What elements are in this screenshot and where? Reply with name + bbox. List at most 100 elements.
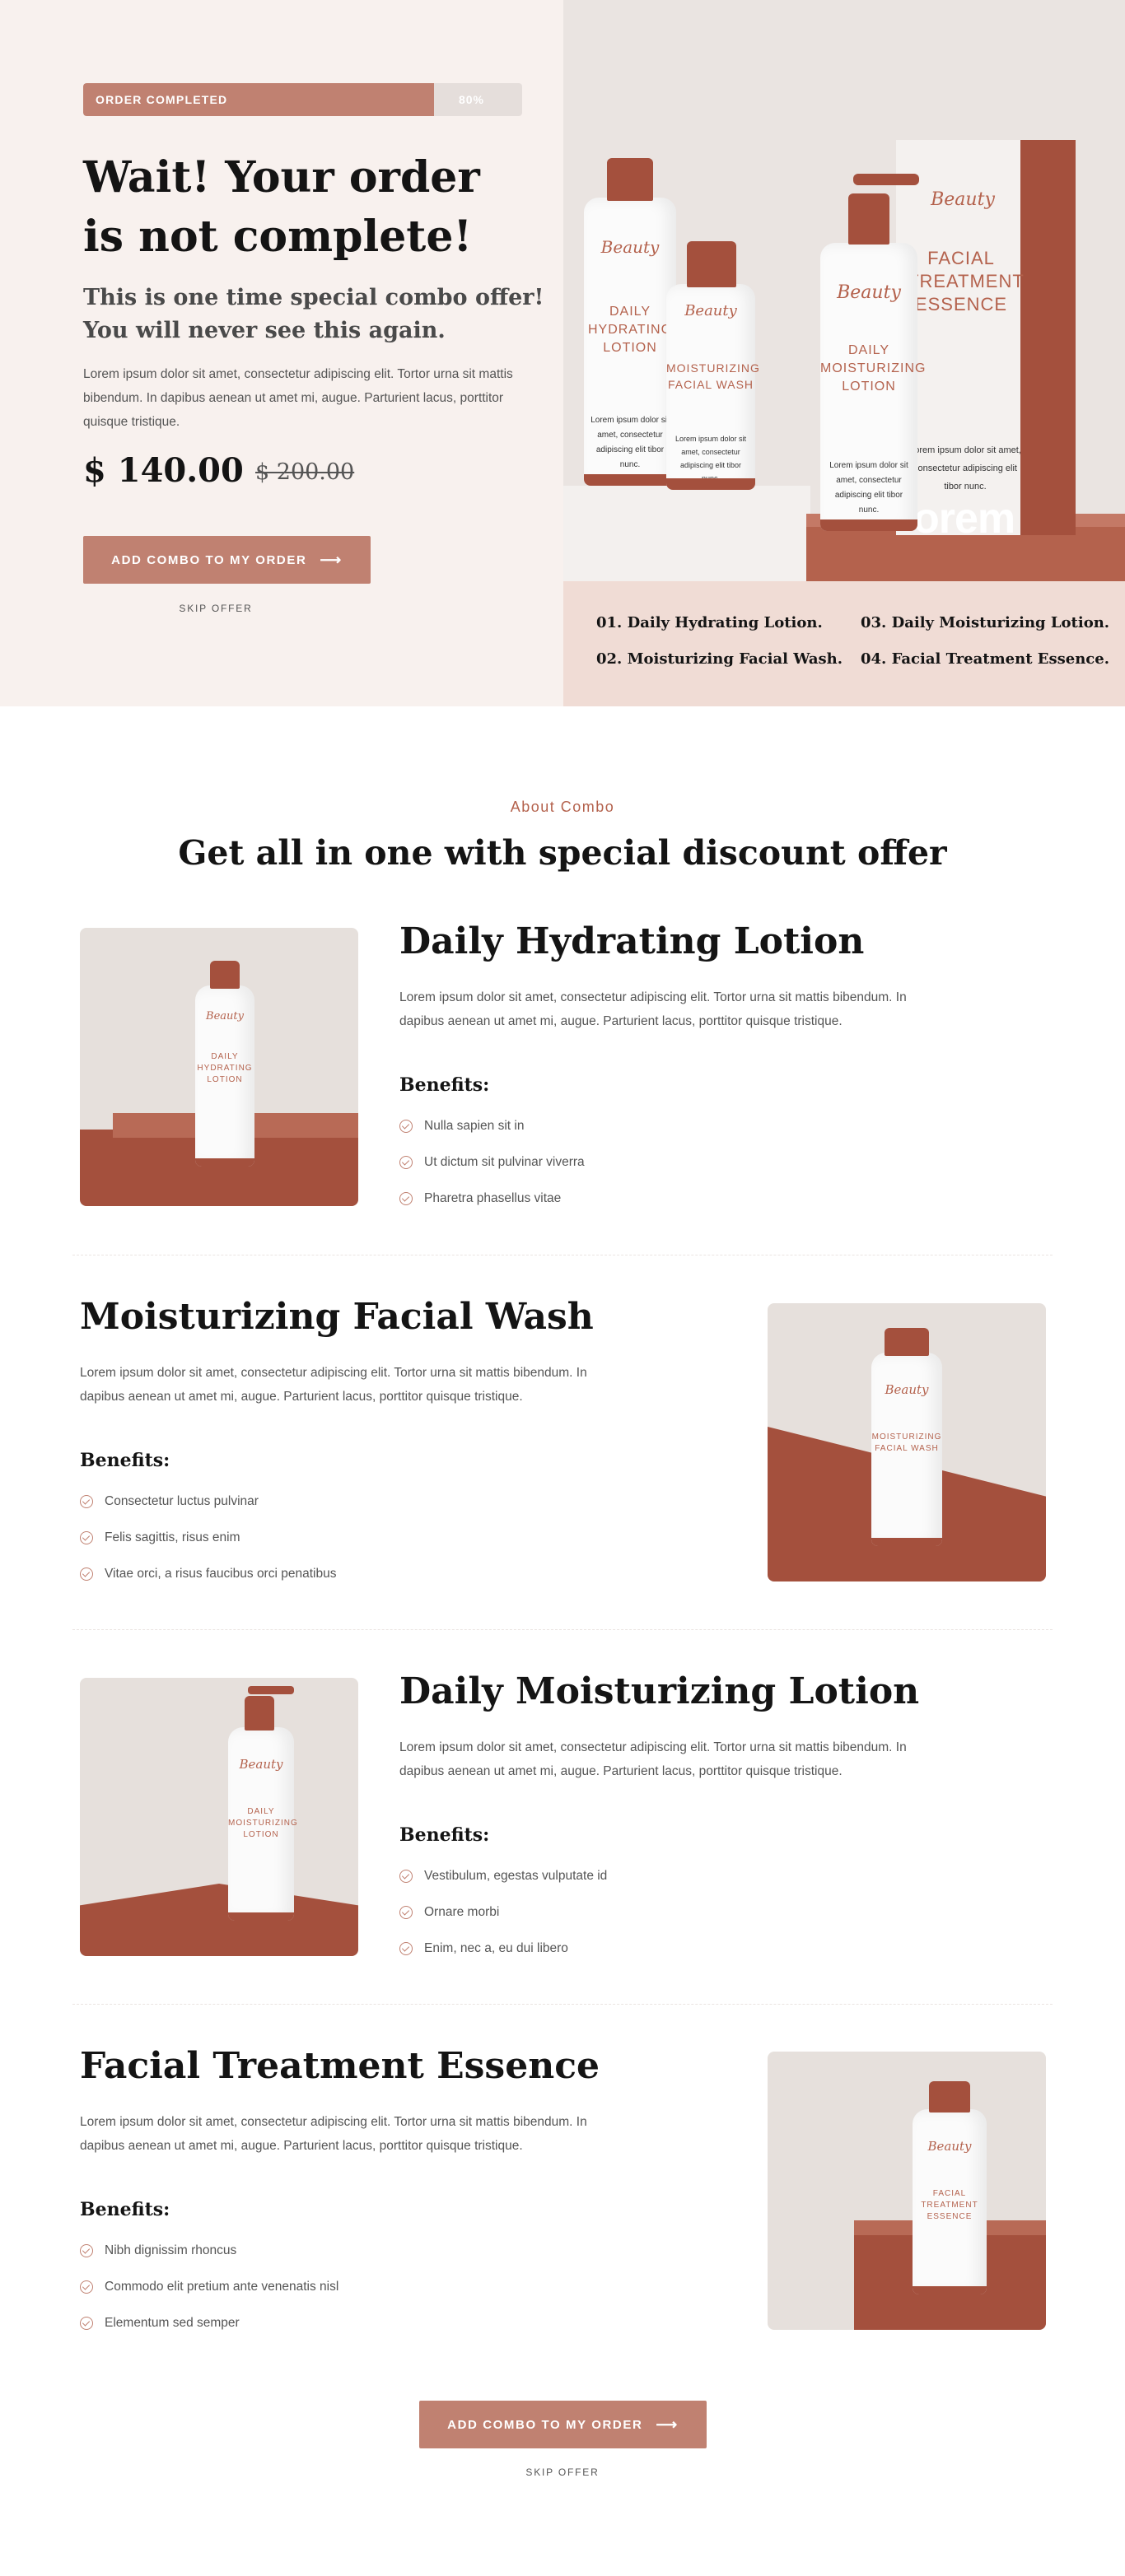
- benefit-text: Pharetra phasellus vitae: [424, 1191, 562, 1205]
- bottle-base: [871, 1538, 942, 1546]
- product-image-moisturizing-lotion: Beauty DAILY MOISTURIZING LOTION: [80, 1678, 358, 1956]
- benefit-item: Pharetra phasellus vitae: [399, 1191, 561, 1206]
- check-circle-icon: [80, 2244, 93, 2257]
- skip-offer-link-bottom[interactable]: SKIP OFFER: [495, 2467, 630, 2478]
- benefit-item: Ornare morbi: [399, 1905, 499, 1920]
- hero-subtitle: This is one time special combo offer! Yo…: [83, 285, 544, 343]
- box-brand-logo: Beauty: [931, 189, 995, 210]
- benefit-item: Enim, nec a, eu dui libero: [399, 1941, 568, 1956]
- product-title: Daily Hydrating Lotion: [399, 920, 865, 962]
- photo-pedestal-white: [563, 486, 810, 585]
- product-description: Lorem ipsum dolor sit amet, consectetur …: [399, 1740, 907, 1778]
- bottle-label: MOISTURIZING FACIAL WASH: [871, 1432, 942, 1453]
- product-title: Daily Moisturizing Lotion: [399, 1670, 920, 1712]
- product-bottle-moisturizing: Beauty DAILY MOISTURIZING LOTION Lorem i…: [820, 174, 927, 531]
- bottle-brand-logo: Beauty: [684, 302, 737, 319]
- benefit-item: Vitae orci, a risus faucibus orci penati…: [80, 1567, 336, 1581]
- benefit-item: Consectetur luctus pulvinar: [80, 1494, 259, 1509]
- product-description: Lorem ipsum dolor sit amet, consectetur …: [399, 990, 907, 1028]
- benefit-text: Felis sagittis, risus enim: [105, 1530, 240, 1544]
- bottle-brand-logo: Beauty: [885, 1382, 929, 1397]
- product-description: Lorem ipsum dolor sit amet, consectetur …: [80, 2115, 587, 2153]
- check-circle-icon: [80, 1531, 93, 1544]
- check-circle-icon: [80, 2317, 93, 2330]
- benefit-item: Felis sagittis, risus enim: [80, 1530, 240, 1545]
- bottle-label: MOISTURIZING FACIAL WASH: [666, 361, 760, 391]
- benefit-text: Vestibulum, egestas vulputate id: [424, 1869, 608, 1883]
- bottle-small-text: Lorem ipsum dolor sit amet, consectetur …: [829, 461, 908, 515]
- combo-list-item: 02. Moisturizing Facial Wash.: [596, 650, 843, 668]
- benefit-item: Nibh dignissim rhoncus: [80, 2243, 236, 2258]
- bottle-cap: [885, 1328, 929, 1356]
- benefit-text: Nibh dignissim rhoncus: [105, 2243, 237, 2257]
- bottle-small-text: Lorem ipsum dolor sit amet, consectetur …: [591, 416, 670, 469]
- add-combo-button-label: ADD COMBO TO MY ORDER: [111, 552, 307, 567]
- hero-description: Lorem ipsum dolor sit amet, consectetur …: [83, 367, 513, 429]
- combo-product-list: 01. Daily Hydrating Lotion. 02. Moisturi…: [563, 581, 1125, 706]
- pump-nozzle: [248, 1686, 294, 1694]
- pump-icon: [848, 193, 889, 245]
- bottle-brand-logo: Beauty: [837, 282, 901, 303]
- photo-pedestal: [80, 1884, 358, 1956]
- bottle-brand-logo: Beauty: [927, 2139, 972, 2154]
- check-circle-icon: [80, 2280, 93, 2294]
- bottle-base: [195, 1158, 254, 1167]
- benefit-item: Ut dictum sit pulvinar viverra: [399, 1155, 585, 1170]
- check-circle-icon: [399, 1942, 413, 1955]
- combo-list-item: 01. Daily Hydrating Lotion.: [596, 614, 823, 631]
- benefits-heading: Benefits:: [399, 1824, 490, 1846]
- section-divider: [72, 2004, 1053, 2005]
- product-bottle-facial-wash: Beauty MOISTURIZING FACIAL WASH Lorem ip…: [666, 241, 760, 490]
- box-small-text: Lorem ipsum dolor sit amet, consectetur …: [909, 445, 1021, 491]
- product-bottle: Beauty MOISTURIZING FACIAL WASH: [871, 1328, 942, 1546]
- bottle-base: [666, 478, 755, 490]
- add-combo-button-bottom[interactable]: ADD COMBO TO MY ORDER ⟶: [419, 2401, 707, 2448]
- benefit-item: Commodo elit pretium ante venenatis nisl: [80, 2280, 338, 2294]
- benefit-text: Commodo elit pretium ante venenatis nisl: [105, 2280, 339, 2294]
- hero-product-photo: Beauty FACIAL TREATMENT ESSENCE Lorem ip…: [563, 0, 1125, 706]
- product-description: Lorem ipsum dolor sit amet, consectetur …: [80, 1366, 587, 1404]
- bottle-label: DAILY MOISTURIZING LOTION: [820, 343, 927, 394]
- section-eyebrow: About Combo: [510, 799, 615, 815]
- product-image-hydrating-lotion: Beauty DAILY HYDRATING LOTION: [80, 928, 358, 1206]
- add-combo-button-label: ADD COMBO TO MY ORDER: [447, 2417, 643, 2432]
- price-current: $ 140.00: [83, 451, 244, 490]
- product-image-facial-essence: Beauty FACIAL TREATMENT ESSENCE: [768, 2052, 1046, 2330]
- skip-offer-link[interactable]: SKIP OFFER: [148, 603, 283, 614]
- price-original: $ 200.00: [255, 459, 355, 485]
- bottle-label: DAILY MOISTURIZING LOTION: [228, 1807, 298, 1839]
- bottle-base: [584, 474, 676, 486]
- section-divider: [72, 1629, 1053, 1630]
- product-bottle: Beauty FACIAL TREATMENT ESSENCE: [913, 2081, 987, 2294]
- pump-icon: [245, 1696, 274, 1731]
- product-bottle: Beauty DAILY MOISTURIZING LOTION: [228, 1686, 298, 1921]
- product-box-side: [1020, 140, 1076, 535]
- benefit-text: Vitae orci, a risus faucibus orci penati…: [105, 1567, 337, 1581]
- benefit-item: Nulla sapien sit in: [399, 1119, 524, 1134]
- hero-content: ORDER COMPLETED 80% Wait! Your order is …: [0, 0, 563, 706]
- bottle-base: [913, 2286, 987, 2294]
- bottle-label: FACIAL TREATMENT ESSENCE: [921, 2189, 978, 2221]
- combo-list-item: 04. Facial Treatment Essence.: [861, 650, 1109, 668]
- bottle-cap: [210, 961, 240, 989]
- check-circle-icon: [399, 1192, 413, 1205]
- bottle-brand-logo: Beauty: [239, 1757, 283, 1772]
- order-progress-percent: 80%: [458, 93, 484, 106]
- bottle-label: DAILY HYDRATING LOTION: [587, 305, 673, 355]
- benefit-text: Nulla sapien sit in: [424, 1119, 525, 1133]
- box-product-name: FACIAL TREATMENT ESSENCE: [908, 248, 1025, 314]
- benefit-text: Elementum sed semper: [105, 2316, 240, 2330]
- bottle-label: DAILY HYDRATING LOTION: [197, 1052, 253, 1084]
- product-bottle-hydrating: Beauty DAILY HYDRATING LOTION Lorem ipsu…: [584, 158, 676, 486]
- add-combo-button[interactable]: ADD COMBO TO MY ORDER ⟶: [83, 536, 371, 584]
- arrow-right-icon: ⟶: [320, 551, 343, 568]
- bottle-brand-logo: Beauty: [206, 1010, 244, 1022]
- product-title: Moisturizing Facial Wash: [80, 1296, 594, 1338]
- benefit-item: Vestibulum, egestas vulputate id: [399, 1869, 607, 1884]
- bottle-small-text: Lorem ipsum dolor sit amet, consectetur …: [675, 435, 747, 482]
- benefit-text: Ut dictum sit pulvinar viverra: [424, 1155, 585, 1169]
- check-circle-icon: [399, 1870, 413, 1883]
- benefit-text: Consectetur luctus pulvinar: [105, 1494, 259, 1508]
- product-image-facial-wash: Beauty MOISTURIZING FACIAL WASH: [768, 1303, 1046, 1581]
- bottle-cap: [687, 241, 736, 287]
